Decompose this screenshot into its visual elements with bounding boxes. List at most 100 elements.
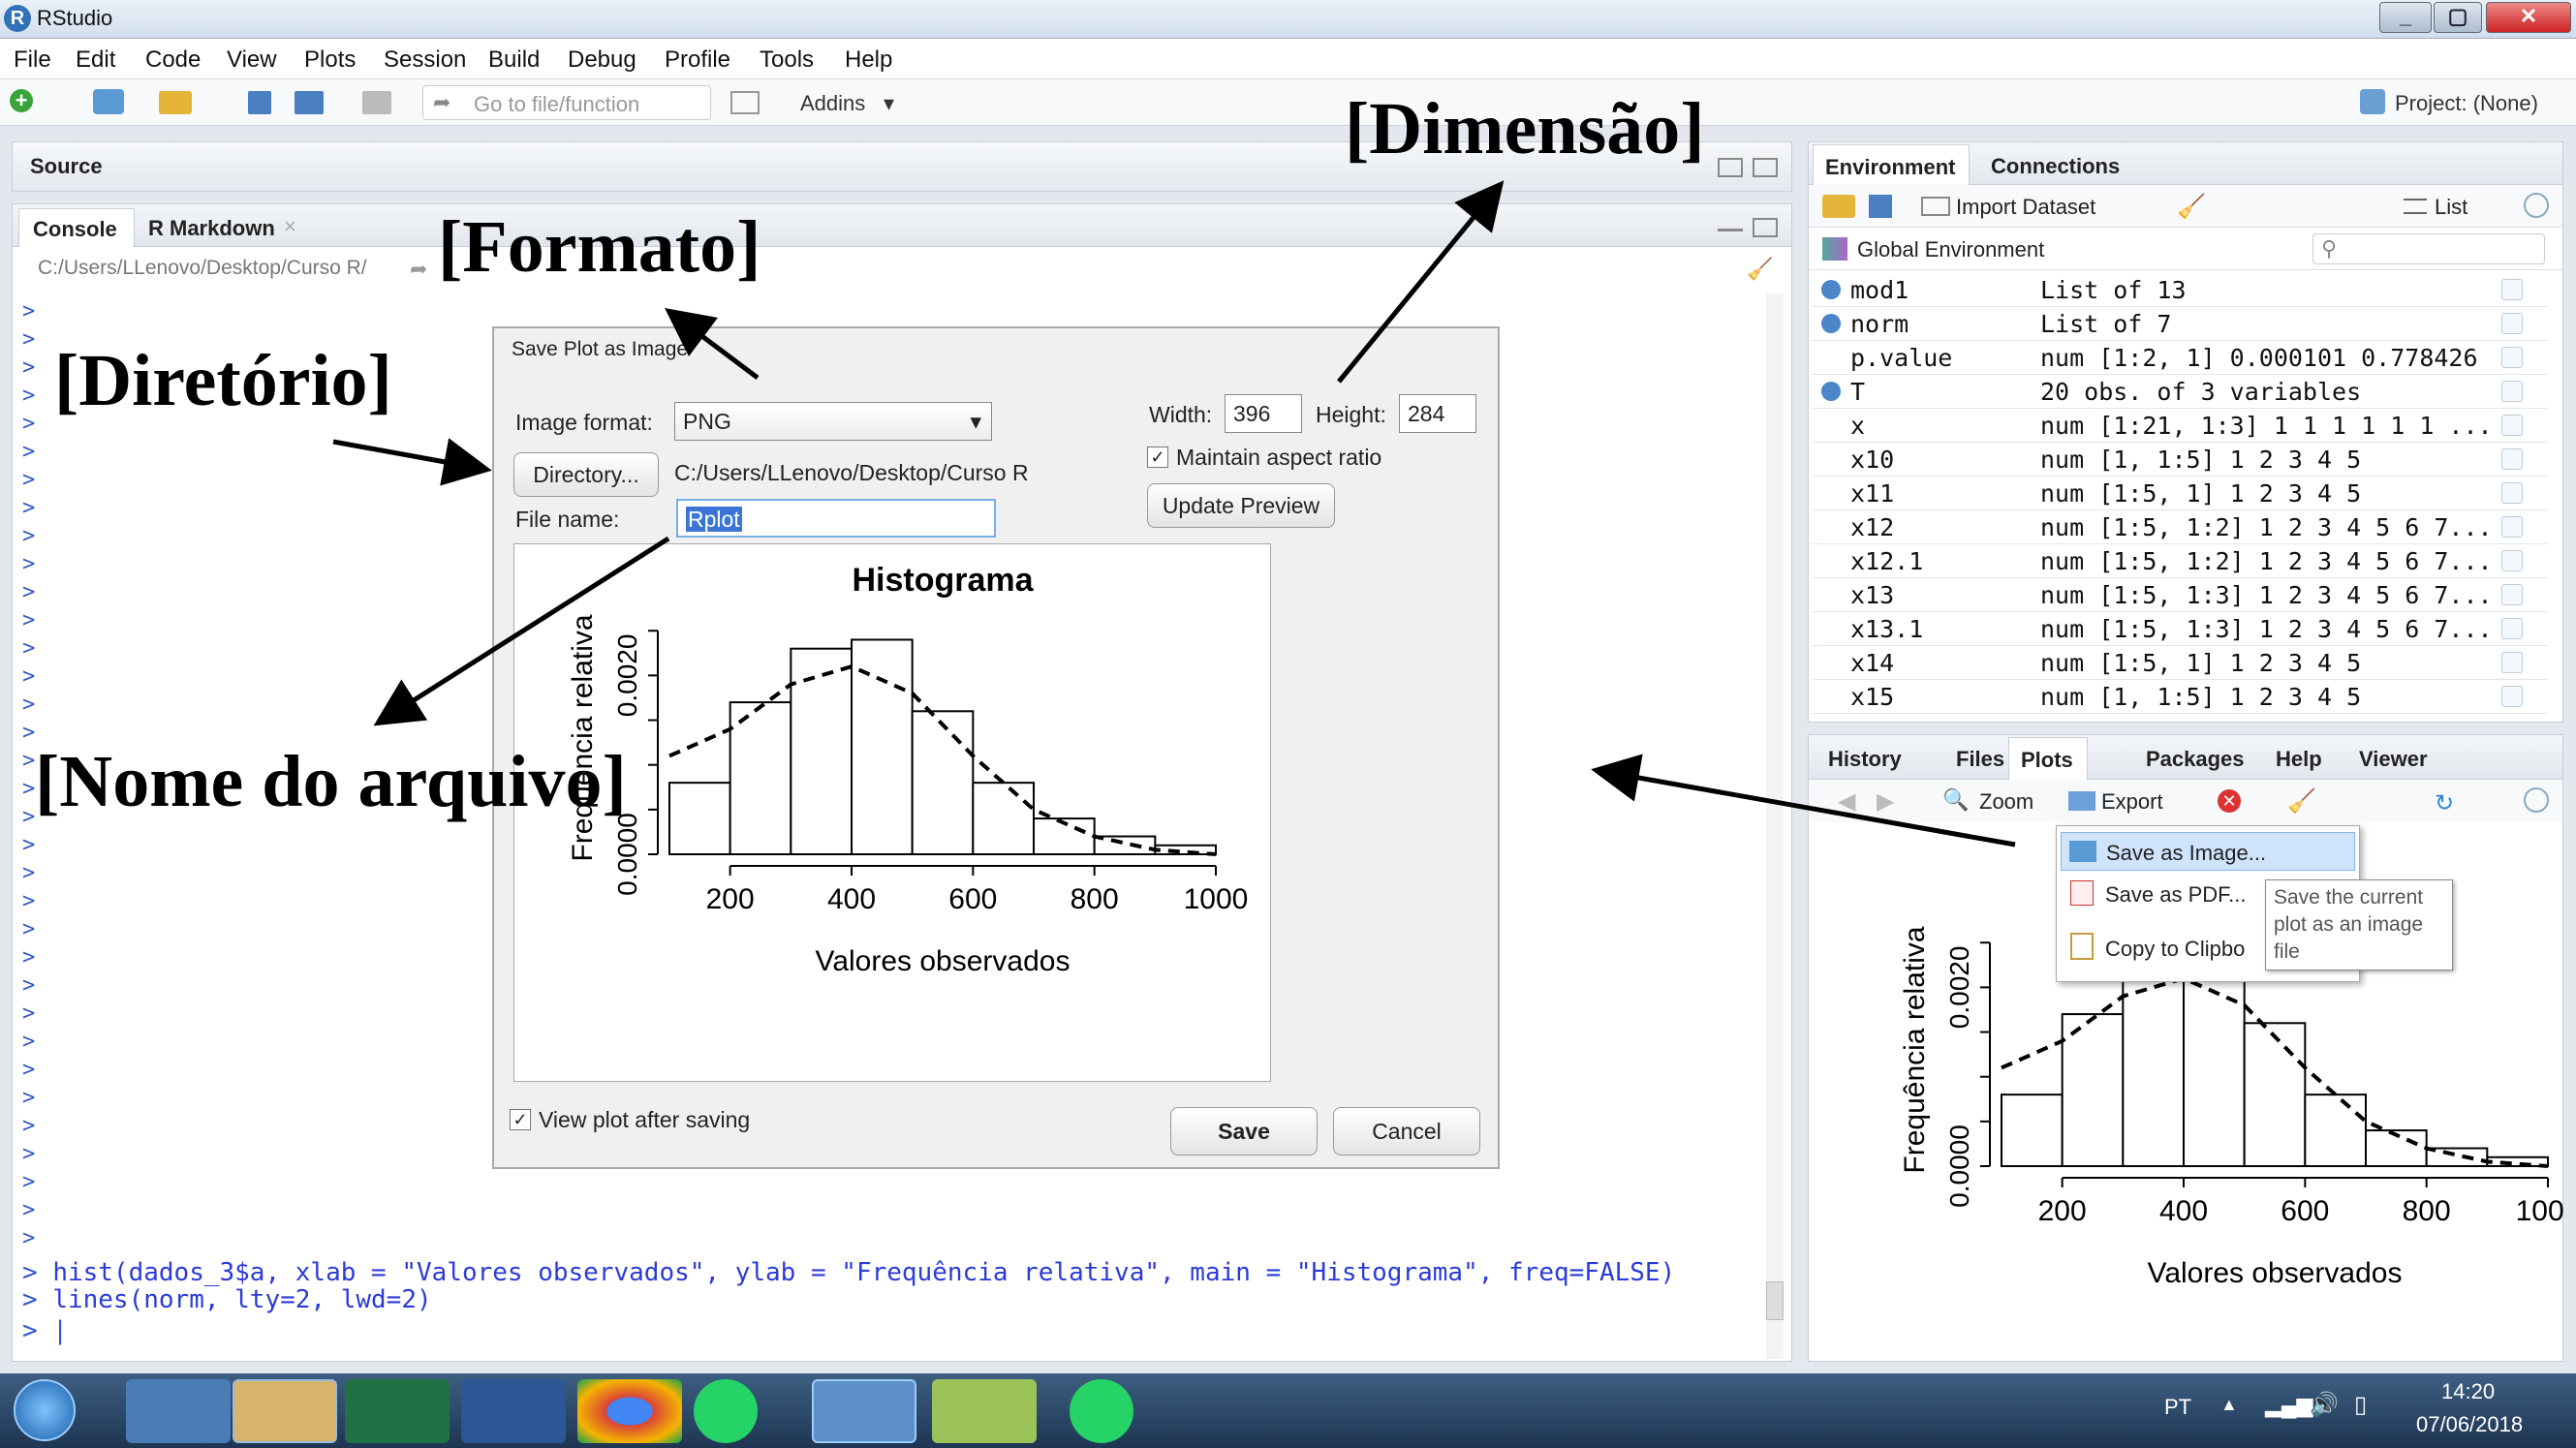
task-sticky-notes-icon[interactable] xyxy=(932,1379,1037,1443)
environment-row[interactable]: x num [1:21, 1:3] 1 1 1 1 1 1 ... xyxy=(1812,409,2548,443)
go-to-directory-icon[interactable]: ➦ xyxy=(410,257,427,282)
restore-pane-icon[interactable] xyxy=(1718,158,1743,177)
new-project-icon[interactable] xyxy=(93,89,124,114)
console-input[interactable]: > | xyxy=(22,1316,68,1345)
print-icon[interactable] xyxy=(362,91,391,114)
project-menu[interactable]: Project: (None) xyxy=(2395,91,2538,116)
width-input[interactable]: 396 xyxy=(1225,394,1302,433)
network-icon[interactable]: ▂▄▆ xyxy=(2265,1393,2312,1418)
tab-connections[interactable]: Connections xyxy=(1991,154,2120,179)
grid-layout-icon[interactable] xyxy=(730,91,760,114)
open-file-icon[interactable] xyxy=(159,91,192,114)
task-file-explorer-icon[interactable] xyxy=(233,1379,337,1443)
menu-save-as-image[interactable]: Save as Image... xyxy=(2061,832,2355,871)
grid-view-icon[interactable] xyxy=(2501,313,2523,334)
environment-row[interactable]: norm List of 7 xyxy=(1812,307,2548,341)
expand-icon[interactable] xyxy=(1821,382,1841,401)
tray-chevron-icon[interactable]: ▲ xyxy=(2220,1395,2238,1415)
grid-view-icon[interactable] xyxy=(2501,482,2523,504)
grid-view-icon[interactable] xyxy=(2501,279,2523,300)
grid-view-icon[interactable] xyxy=(2501,652,2523,673)
cancel-button[interactable]: Cancel xyxy=(1333,1107,1480,1155)
language-indicator[interactable]: PT xyxy=(2164,1395,2191,1420)
tab-r-markdown[interactable]: R Markdown xyxy=(148,216,275,241)
addins-menu[interactable]: Addins xyxy=(800,91,865,116)
maximize-button[interactable]: ▢ xyxy=(2434,2,2482,33)
file-name-input[interactable]: Rplot xyxy=(676,499,996,538)
update-preview-button[interactable]: Update Preview xyxy=(1147,483,1335,528)
menu-debug[interactable]: Debug xyxy=(568,46,636,74)
task-rstudio-icon[interactable] xyxy=(812,1379,916,1443)
start-button[interactable] xyxy=(14,1379,76,1441)
broom-icon[interactable]: 🧹 xyxy=(2177,193,2206,221)
save-icon[interactable] xyxy=(248,91,271,114)
zoom-button[interactable]: Zoom xyxy=(1979,789,2033,815)
task-whatsapp-icon[interactable] xyxy=(694,1379,758,1443)
grid-view-icon[interactable] xyxy=(2501,618,2523,639)
console-scrollbar[interactable] xyxy=(1766,293,1784,1359)
menu-profile[interactable]: Profile xyxy=(665,46,730,74)
menu-file[interactable]: File xyxy=(14,46,51,74)
publish-icon[interactable]: ↻ xyxy=(2435,789,2473,816)
task-whatsapp-icon[interactable] xyxy=(1070,1379,1133,1443)
forward-arrow-icon[interactable]: ▶ xyxy=(1877,787,1894,816)
menu-build[interactable]: Build xyxy=(488,46,540,74)
save-button[interactable]: Save xyxy=(1170,1107,1318,1155)
grid-view-icon[interactable] xyxy=(2501,686,2523,707)
menu-edit[interactable]: Edit xyxy=(76,46,115,74)
close-button[interactable]: ✕ xyxy=(2486,2,2571,33)
back-arrow-icon[interactable]: ◀ xyxy=(1838,787,1855,816)
environment-row[interactable]: p.value num [1:2, 1] 0.000101 0.778426 xyxy=(1812,341,2548,375)
image-format-select[interactable]: PNG ▾ xyxy=(674,402,992,441)
task-chrome-icon[interactable] xyxy=(577,1379,682,1443)
list-view-toggle[interactable]: List xyxy=(2435,195,2467,220)
new-file-icon[interactable]: + xyxy=(10,89,33,112)
volume-icon[interactable]: 🔊 xyxy=(2310,1391,2339,1419)
refresh-icon[interactable] xyxy=(2524,787,2549,813)
grid-view-icon[interactable] xyxy=(2501,448,2523,470)
export-button[interactable]: Export xyxy=(2101,789,2163,815)
tab-environment[interactable]: Environment xyxy=(1813,144,1970,185)
tab-packages[interactable]: Packages xyxy=(2146,747,2245,772)
grid-view-icon[interactable] xyxy=(2501,415,2523,436)
environment-row[interactable]: T 20 obs. of 3 variables xyxy=(1812,375,2548,409)
environment-row[interactable]: x12 num [1:5, 1:2] 1 2 3 4 5 6 7... xyxy=(1812,510,2548,544)
clear-console-icon[interactable]: 🧹 xyxy=(1747,257,1776,281)
environment-row[interactable]: x11 num [1:5, 1] 1 2 3 4 5 xyxy=(1812,477,2548,510)
restore-pane-icon[interactable] xyxy=(1753,218,1778,237)
environment-row[interactable]: x12.1 num [1:5, 1:2] 1 2 3 4 5 6 7... xyxy=(1812,544,2548,578)
environment-row[interactable]: x13.1 num [1:5, 1:3] 1 2 3 4 5 6 7... xyxy=(1812,612,2548,646)
task-word-icon[interactable] xyxy=(461,1379,566,1443)
task-windows-explorer-icon[interactable] xyxy=(126,1379,231,1443)
menu-help[interactable]: Help xyxy=(845,46,892,74)
expand-icon[interactable] xyxy=(1821,314,1841,333)
environment-row[interactable]: x10 num [1, 1:5] 1 2 3 4 5 xyxy=(1812,443,2548,477)
grid-view-icon[interactable] xyxy=(2501,347,2523,368)
menu-plots[interactable]: Plots xyxy=(304,46,356,74)
environment-search-input[interactable]: ⚲ xyxy=(2312,233,2545,264)
environment-row[interactable]: mod1 List of 13 xyxy=(1812,273,2548,307)
menu-view[interactable]: View xyxy=(227,46,277,74)
aspect-ratio-checkbox[interactable]: ✓ xyxy=(1147,447,1168,468)
tab-help[interactable]: Help xyxy=(2276,747,2322,772)
load-workspace-icon[interactable] xyxy=(1822,195,1855,218)
environment-row[interactable]: x13 num [1:5, 1:3] 1 2 3 4 5 6 7... xyxy=(1812,578,2548,612)
minimize-pane-icon[interactable] xyxy=(1718,220,1743,231)
tab-viewer[interactable]: Viewer xyxy=(2359,747,2428,772)
minimize-button[interactable]: _ xyxy=(2379,2,2432,33)
height-input[interactable]: 284 xyxy=(1399,394,1476,433)
refresh-icon[interactable] xyxy=(2524,193,2549,218)
broom-icon[interactable]: 🧹 xyxy=(2287,787,2316,816)
menu-tools[interactable]: Tools xyxy=(760,46,814,74)
view-after-saving-checkbox[interactable]: ✓ xyxy=(510,1109,531,1130)
remove-plot-icon[interactable]: ✕ xyxy=(2218,789,2241,813)
menu-code[interactable]: Code xyxy=(145,46,201,74)
directory-button[interactable]: Directory... xyxy=(513,452,659,497)
environment-row[interactable]: x14 num [1:5, 1] 1 2 3 4 5 xyxy=(1812,646,2548,680)
import-dataset-button[interactable]: Import Dataset xyxy=(1956,195,2095,220)
save-workspace-icon[interactable] xyxy=(1869,195,1892,218)
maximize-pane-icon[interactable] xyxy=(1753,158,1778,177)
grid-view-icon[interactable] xyxy=(2501,381,2523,402)
grid-view-icon[interactable] xyxy=(2501,584,2523,605)
save-all-icon[interactable] xyxy=(295,91,324,114)
